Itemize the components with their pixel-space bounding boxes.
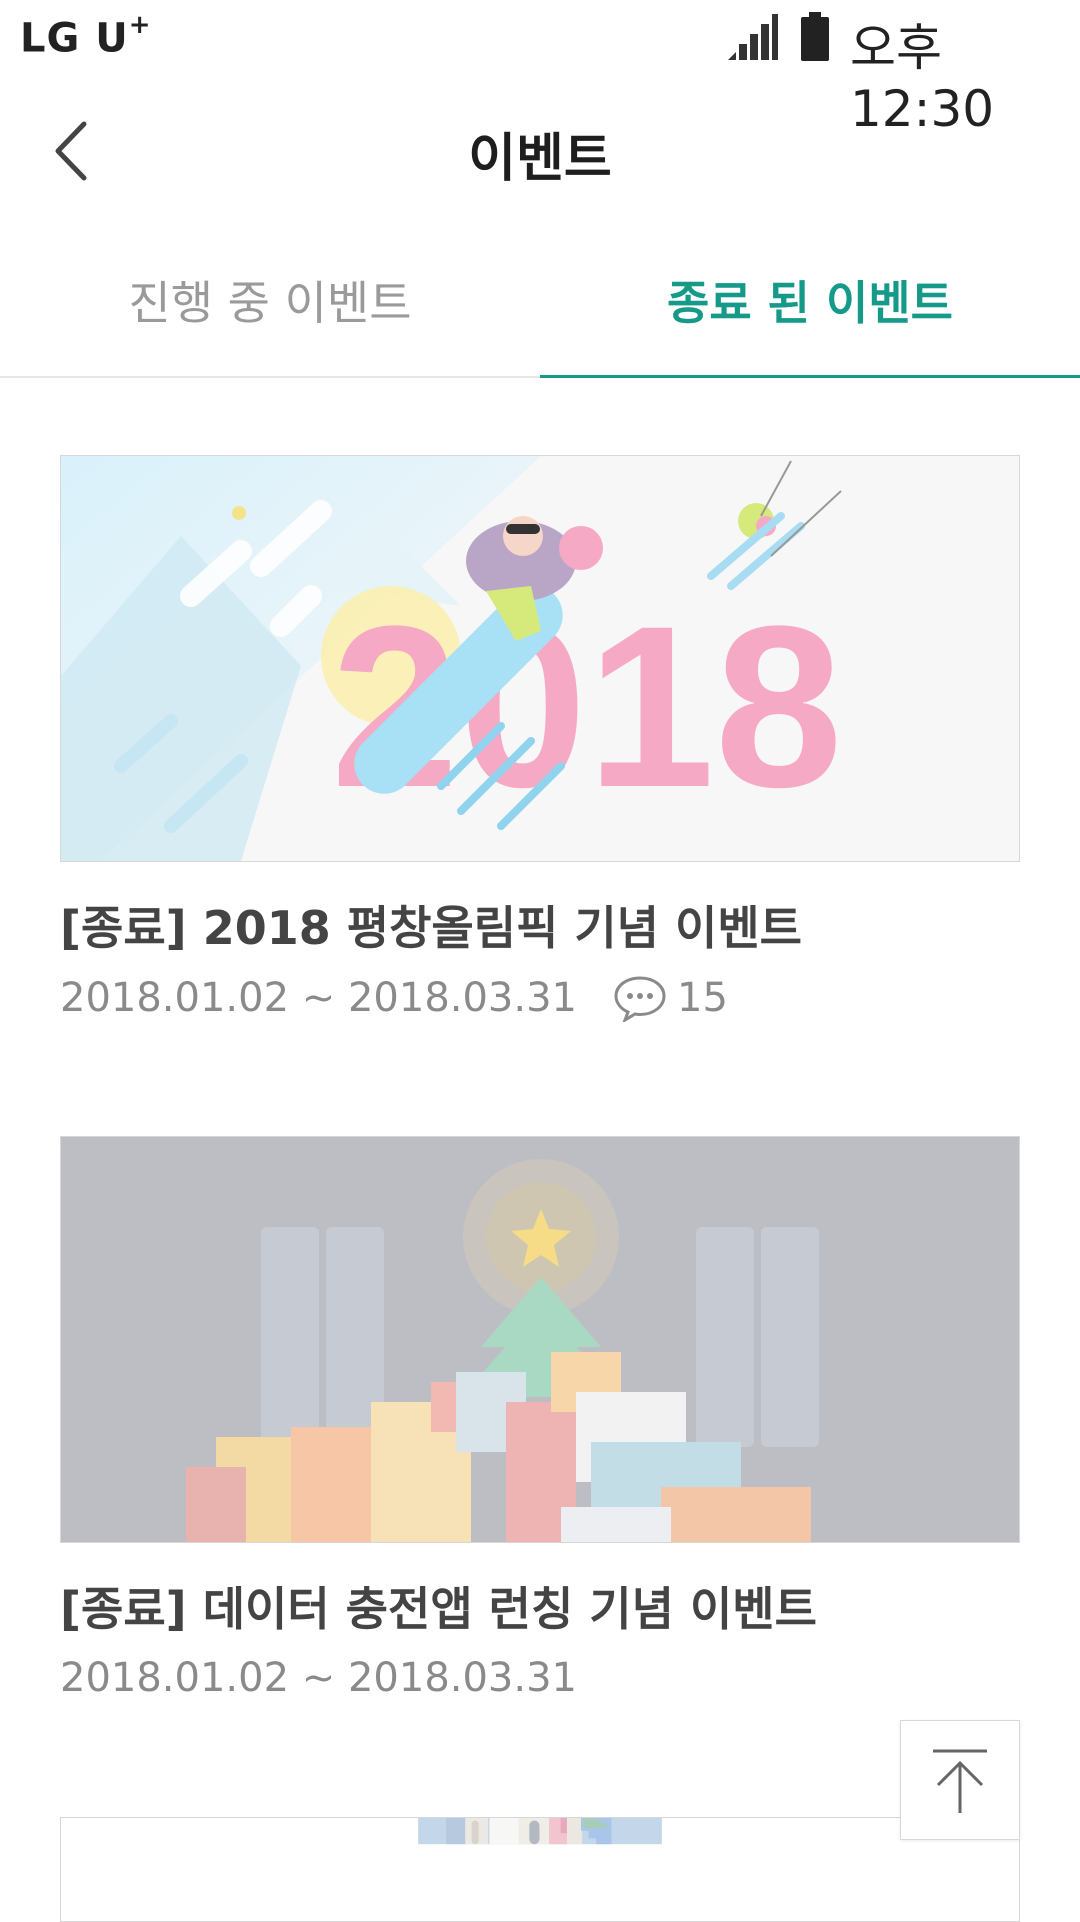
carrier-logo: LG U+: [20, 10, 152, 62]
speech-bubble-icon: [614, 976, 666, 1022]
event-title: [종료] 데이터 충전앱 런칭 기념 이벤트: [60, 1582, 817, 1636]
carrier-plus: +: [128, 10, 152, 40]
event-banner-image: [60, 1817, 1020, 1922]
event-banner-image: [60, 1136, 1020, 1543]
page-title: 이벤트: [468, 129, 612, 189]
tab-ongoing-events[interactable]: 진행 중 이벤트: [0, 228, 540, 376]
event-period: 2018.01.02 ~ 2018.03.31: [60, 975, 577, 1021]
event-period: 2018.01.02 ~ 2018.03.31: [60, 1655, 577, 1701]
event-tabs: 진행 중 이벤트 종료 된 이벤트: [0, 228, 1080, 378]
event-card[interactable]: 2018 [종료] 2018 평창올림픽 기념 이벤트 2018.01.02 ~…: [60, 455, 1020, 1022]
comment-count: 15: [677, 975, 728, 1021]
event-meta: 2018.01.02 ~ 2018.03.31: [60, 1655, 1020, 1701]
comment-count-group: 15: [613, 974, 728, 1022]
event-banner-image: 2018: [60, 455, 1020, 862]
event-title: [종료] 2018 평창올림픽 기념 이벤트: [60, 901, 802, 955]
event-card[interactable]: [60, 1817, 1020, 1922]
battery-icon: [801, 12, 829, 61]
event-meta: 2018.01.02 ~ 2018.03.31 15: [60, 974, 1020, 1022]
event-card[interactable]: [종료] 데이터 충전앱 런칭 기념 이벤트 2018.01.02 ~ 2018…: [60, 1136, 1020, 1701]
status-bar: LG U+ 오후 12:30: [0, 0, 1080, 138]
signal-icon: [728, 14, 778, 60]
arrow-up-to-top-icon: [933, 1749, 987, 1813]
carrier-name: LG U: [20, 15, 129, 62]
app-header: 이벤트: [0, 78, 1080, 228]
tab-ended-events[interactable]: 종료 된 이벤트: [540, 228, 1080, 378]
scroll-to-top-button[interactable]: [900, 1720, 1020, 1840]
